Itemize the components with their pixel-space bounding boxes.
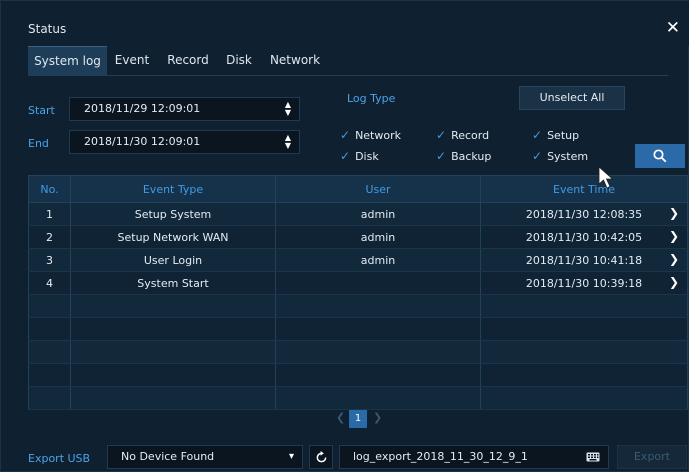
prev-page-icon[interactable]: ❮ [336, 411, 345, 424]
tab-network[interactable]: Network [265, 46, 325, 75]
tab-event[interactable]: Event [107, 46, 157, 75]
window-title: Status [28, 22, 67, 36]
header-event-time[interactable]: Event Time [480, 175, 688, 203]
start-time-value: 2018/11/29 12:09:01 [84, 102, 201, 115]
start-spinner-icon[interactable]: ▲ ▼ [285, 101, 291, 117]
end-time-field[interactable]: 2018/11/30 12:09:01 ▲ ▼ [69, 130, 300, 154]
check-icon: ✓ [340, 128, 351, 142]
cell-user: admin [275, 248, 481, 272]
chevron-right-icon[interactable]: ❯ [669, 275, 679, 289]
checkbox-network[interactable]: ✓ Network [340, 128, 401, 142]
cell-event-type: User Login [70, 248, 276, 272]
cell-time: 2018/11/30 10:39:18 ❯ [480, 271, 688, 295]
refresh-icon [316, 451, 327, 463]
refresh-button[interactable] [309, 445, 333, 469]
header-no[interactable]: No. [28, 175, 71, 203]
cell-no: 1 [28, 202, 71, 226]
check-icon: ✓ [340, 149, 351, 163]
empty-row [28, 294, 688, 318]
tab-bar: System log Event Record Disk Network [28, 46, 668, 76]
mouse-cursor-icon [598, 166, 614, 189]
cell-user [275, 271, 481, 295]
table-row[interactable]: 3 User Login admin 2018/11/30 10:41:18 ❯ [28, 248, 688, 272]
checkbox-record[interactable]: ✓ Record [436, 128, 489, 142]
title-bar: Status ✕ [1, 1, 689, 46]
check-icon: ✓ [436, 149, 447, 163]
checkbox-backup[interactable]: ✓ Backup [436, 149, 491, 163]
device-value: No Device Found [121, 450, 215, 463]
empty-row [28, 340, 688, 364]
empty-row [28, 386, 688, 410]
chevron-right-icon[interactable]: ❯ [669, 229, 679, 243]
filename-field[interactable]: log_export_2018_11_30_12_9_1 [339, 445, 609, 469]
table-header-row: No. Event Type User Event Time [28, 175, 688, 203]
cell-no: 2 [28, 225, 71, 249]
search-button[interactable] [635, 144, 685, 168]
header-user[interactable]: User [275, 175, 481, 203]
cell-event-type: System Start [70, 271, 276, 295]
export-usb-label: Export USB [28, 452, 91, 465]
log-table: No. Event Type User Event Time 1 Setup S… [28, 175, 688, 410]
close-icon[interactable]: ✕ [666, 18, 680, 38]
next-page-icon[interactable]: ❯ [373, 411, 382, 424]
cell-user: admin [275, 202, 481, 226]
chevron-right-icon[interactable]: ❯ [669, 252, 679, 266]
tab-system-log[interactable]: System log [28, 46, 107, 76]
search-icon [653, 149, 667, 163]
checkbox-setup[interactable]: ✓ Setup [532, 128, 579, 142]
cell-event-type: Setup Network WAN [70, 225, 276, 249]
unselect-all-button[interactable]: Unselect All [519, 86, 625, 110]
end-label: End [28, 137, 49, 150]
table-row[interactable]: 4 System Start 2018/11/30 10:39:18 ❯ [28, 271, 688, 295]
cell-user: admin [275, 225, 481, 249]
header-event-type[interactable]: Event Type [70, 175, 276, 203]
filename-value: log_export_2018_11_30_12_9_1 [353, 450, 528, 463]
current-page[interactable]: 1 [349, 410, 367, 428]
check-icon: ✓ [436, 128, 447, 142]
checkbox-system[interactable]: ✓ System [532, 149, 588, 163]
status-window: Status ✕ System log Event Record Disk Ne… [0, 0, 689, 472]
cell-time: 2018/11/30 12:08:35 ❯ [480, 202, 688, 226]
start-time-field[interactable]: 2018/11/29 12:09:01 ▲ ▼ [69, 97, 300, 121]
log-type-label: Log Type [347, 92, 396, 105]
keyboard-icon[interactable] [586, 452, 600, 462]
export-button[interactable]: Export [617, 445, 687, 469]
tab-disk[interactable]: Disk [221, 46, 257, 75]
cell-no: 3 [28, 248, 71, 272]
table-row[interactable]: 1 Setup System admin 2018/11/30 12:08:35… [28, 202, 688, 226]
cell-no: 4 [28, 271, 71, 295]
start-label: Start [28, 104, 55, 117]
cell-event-type: Setup System [70, 202, 276, 226]
empty-row [28, 317, 688, 341]
checkbox-disk[interactable]: ✓ Disk [340, 149, 379, 163]
chevron-right-icon[interactable]: ❯ [669, 206, 679, 220]
table-row[interactable]: 2 Setup Network WAN admin 2018/11/30 10:… [28, 225, 688, 249]
check-icon: ✓ [532, 149, 543, 163]
end-spinner-icon[interactable]: ▲ ▼ [285, 134, 291, 150]
empty-row [28, 363, 688, 387]
device-select[interactable]: No Device Found ▾ [107, 445, 303, 469]
cell-time: 2018/11/30 10:41:18 ❯ [480, 248, 688, 272]
cell-time: 2018/11/30 10:42:05 ❯ [480, 225, 688, 249]
end-time-value: 2018/11/30 12:09:01 [84, 135, 201, 148]
check-icon: ✓ [532, 128, 543, 142]
chevron-down-icon: ▾ [288, 451, 294, 462]
tab-record[interactable]: Record [159, 46, 217, 75]
